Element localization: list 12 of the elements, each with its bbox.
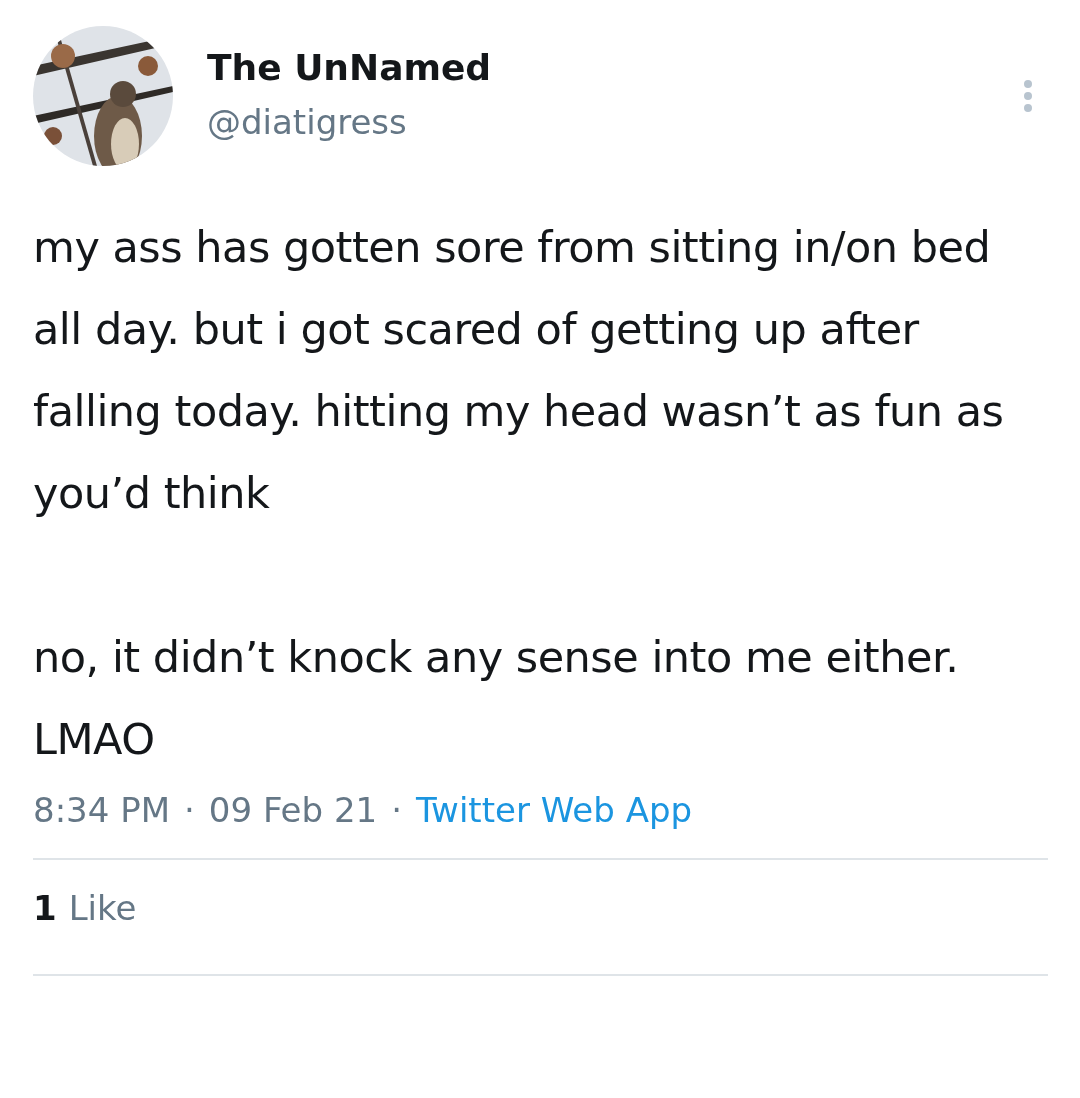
more-options-icon[interactable] [1022,78,1034,114]
tweet-date: 09 Feb 21 [208,790,378,830]
author-handle[interactable]: @diatigress [207,101,407,142]
separator-dot: · [184,790,195,830]
tweet-text: my ass has gotten sore from sitting in/on bed all day. but i got scared of getting up after falling today. hitting my head wasn’t as fun as you’d think [33,221,1005,520]
separator-dot: · [391,790,402,830]
like-count: 1 [33,888,57,928]
author-name[interactable]: The UnNamed [207,46,492,88]
source-link[interactable]: Twitter Web App [415,790,693,830]
tweet-time: 8:34 PM [33,790,170,830]
likes-link[interactable]: Like [68,888,137,928]
tweet-text: no, it didn’t knock any sense into me either. LMAO [33,631,960,766]
